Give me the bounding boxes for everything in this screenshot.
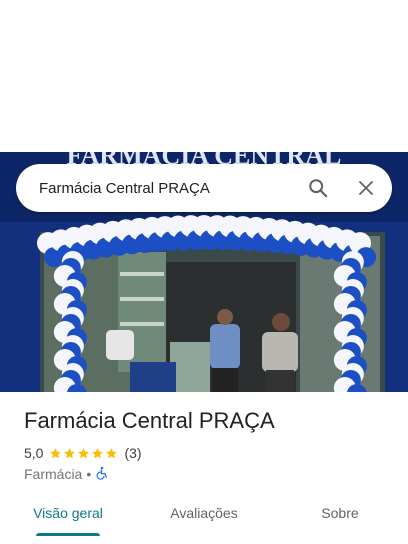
search-icon	[309, 179, 328, 198]
star-icon	[78, 447, 90, 458]
rating-value: 5,0	[24, 445, 44, 461]
search-input[interactable]: Farmácia Central PRAÇA	[16, 180, 298, 197]
place-tabs: Visão geral Avaliações Sobre	[0, 496, 408, 536]
star-icon	[50, 447, 62, 458]
star-rating	[49, 447, 119, 460]
tab-about[interactable]: Sobre	[272, 496, 408, 536]
clear-search-button[interactable]	[346, 168, 386, 208]
star-icon	[92, 447, 104, 458]
tab-label: Sobre	[321, 505, 359, 521]
separator-dot: •	[86, 466, 92, 482]
place-category: Farmácia	[24, 466, 83, 482]
search-bar[interactable]: Farmácia Central PRAÇA	[16, 164, 392, 212]
tab-overview[interactable]: Visão geral	[0, 496, 136, 536]
wheelchair-icon	[95, 466, 109, 483]
star-icon	[106, 447, 118, 458]
close-icon	[359, 181, 373, 195]
review-count[interactable]: (3)	[124, 445, 141, 461]
search-button[interactable]	[298, 168, 338, 208]
tab-label: Avaliações	[170, 505, 238, 521]
category-row: Farmácia •	[24, 465, 109, 483]
tab-label: Visão geral	[33, 505, 103, 521]
place-title: Farmácia Central PRAÇA	[24, 408, 275, 433]
tab-reviews[interactable]: Avaliações	[136, 496, 272, 536]
rating-summary[interactable]: 5,0 (3)	[24, 444, 142, 462]
star-icon	[64, 447, 76, 458]
